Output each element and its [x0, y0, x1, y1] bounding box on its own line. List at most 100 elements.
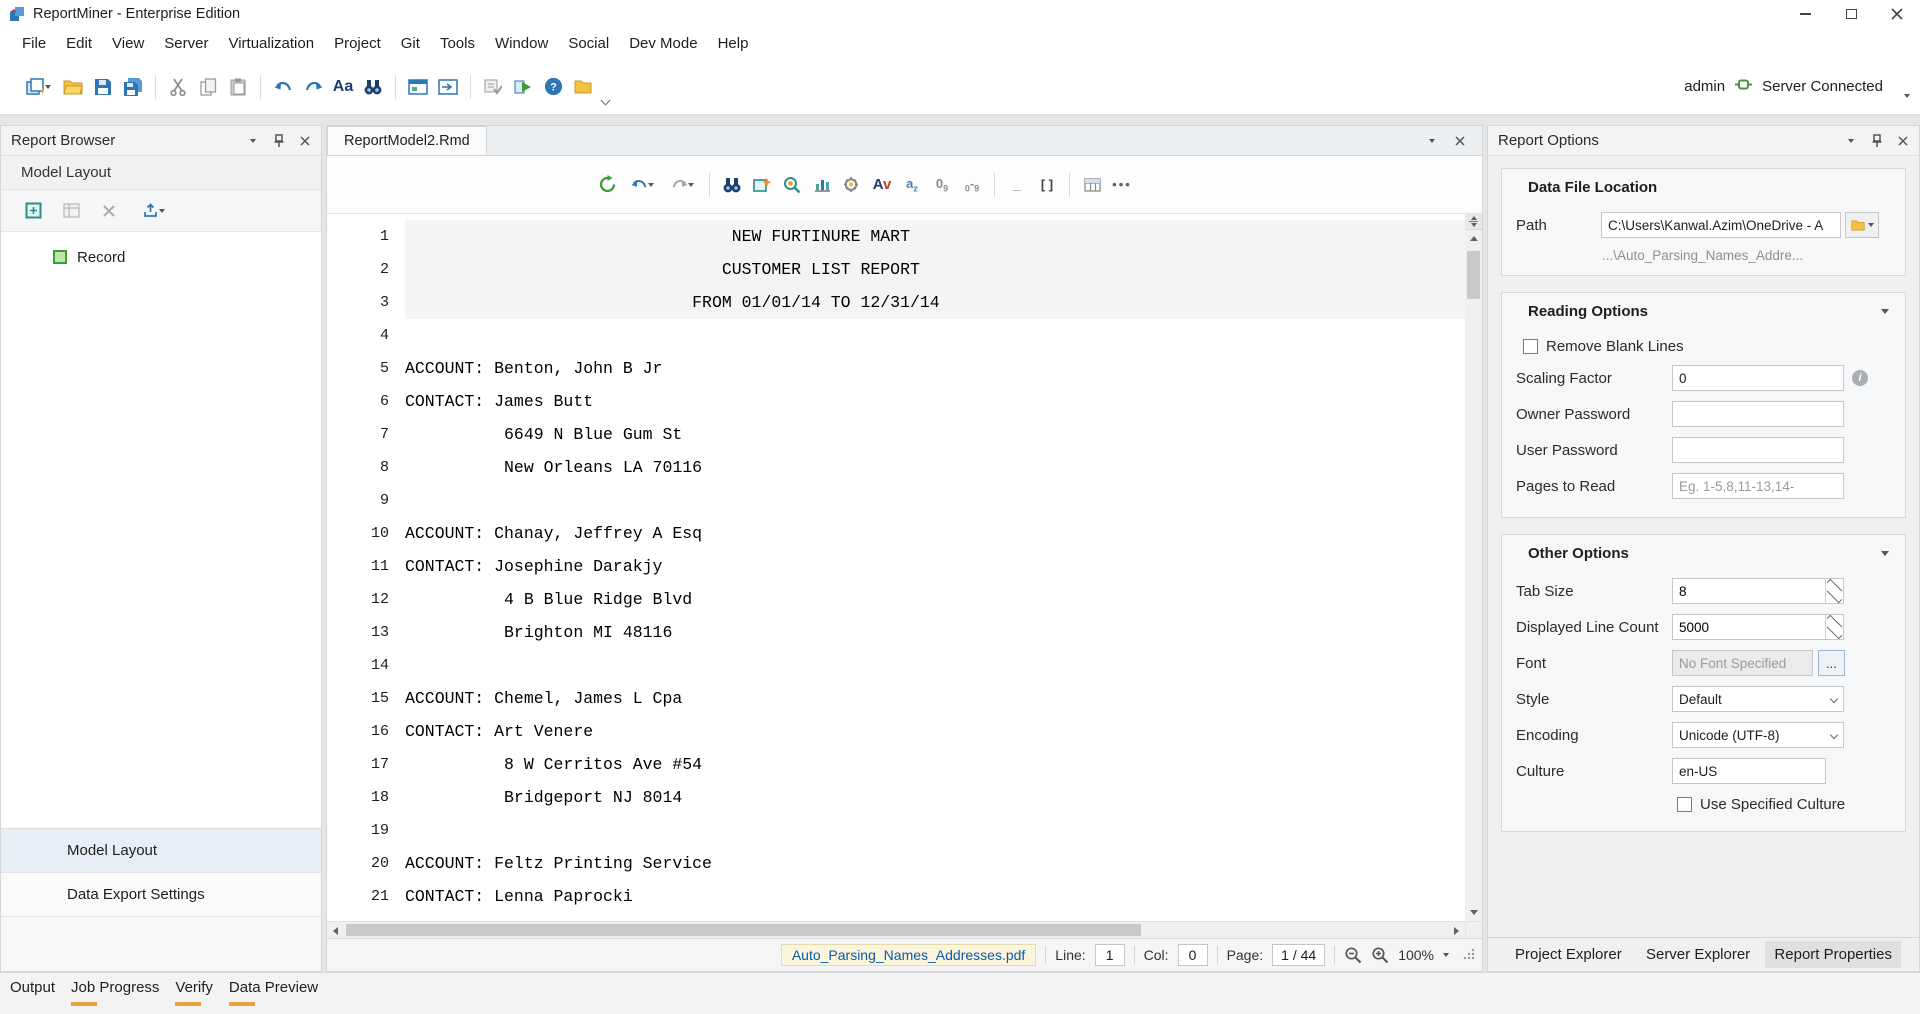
auto-create-fields-icon[interactable] [747, 170, 777, 200]
horizontal-scroll-thumb[interactable] [346, 924, 1141, 936]
line-text[interactable]: ACCOUNT: Chemel, James L Cpa [405, 682, 682, 715]
open-file-button[interactable] [58, 72, 88, 102]
scroll-down-icon[interactable] [1465, 904, 1482, 921]
line-text[interactable]: CUSTOMER LIST REPORT [405, 253, 920, 286]
browse-path-button[interactable] [1845, 212, 1879, 238]
tab-report-properties[interactable]: Report Properties [1765, 941, 1901, 968]
close-panel-icon[interactable] [1895, 133, 1911, 149]
zoom-in-icon[interactable] [1371, 946, 1389, 964]
zoom-level[interactable]: 100% [1398, 947, 1434, 963]
vertical-scrollbar[interactable] [1465, 214, 1482, 921]
scroll-right-icon[interactable] [1448, 922, 1465, 939]
find-icon[interactable] [358, 72, 388, 102]
spin-down-icon[interactable] [1826, 627, 1843, 639]
spin-down-icon[interactable] [1826, 591, 1843, 603]
more-options-icon[interactable]: ••• [1107, 170, 1137, 200]
export-dropdown-icon[interactable] [159, 209, 165, 213]
brackets-icon[interactable]: [ ] [1032, 170, 1062, 200]
minimize-button[interactable] [1782, 0, 1828, 28]
bottom-tab-output[interactable]: Output [10, 979, 55, 1006]
use-specified-culture-checkbox[interactable] [1677, 797, 1692, 812]
encoding-select[interactable]: Unicode (UTF-8) [1672, 722, 1844, 748]
editor-undo-icon[interactable] [622, 170, 662, 200]
remove-blank-lines-checkbox[interactable] [1523, 339, 1538, 354]
line-text[interactable]: New Orleans LA 70116 [405, 451, 702, 484]
vertical-scroll-track[interactable] [1465, 247, 1482, 904]
undo-icon[interactable] [268, 72, 298, 102]
cut-icon[interactable] [163, 72, 193, 102]
menu-item-git[interactable]: Git [391, 30, 430, 57]
remove-blank-lines-row[interactable]: Remove Blank Lines [1523, 338, 1891, 355]
add-fields-icon[interactable] [59, 199, 83, 223]
bottom-tab-job-progress[interactable]: Job Progress [71, 979, 159, 1006]
bottom-tab-verify[interactable]: Verify [175, 979, 213, 1006]
pin-icon[interactable] [1869, 133, 1885, 149]
new-document-dropdown-icon[interactable] [45, 85, 51, 89]
menu-item-file[interactable]: File [12, 30, 56, 57]
field-format-icon[interactable]: Av [867, 170, 897, 200]
toolbar-options-icon[interactable] [1904, 85, 1910, 102]
export-layout-icon[interactable] [135, 199, 171, 223]
panel-item-data-export-settings[interactable]: Data Export Settings [1, 873, 321, 917]
font-case-icon[interactable]: Aa [328, 72, 358, 102]
help-icon[interactable]: ? [538, 72, 568, 102]
run-icon[interactable] [508, 72, 538, 102]
line-text[interactable]: FROM 01/01/14 TO 12/31/14 [405, 286, 940, 319]
pin-icon[interactable] [271, 133, 287, 149]
tab-size-input[interactable] [1673, 579, 1825, 603]
preview-data-icon[interactable] [807, 170, 837, 200]
auto-parse-icon[interactable] [777, 170, 807, 200]
scroll-left-icon[interactable] [327, 922, 344, 939]
toolbar-overflow-icon[interactable] [602, 91, 609, 108]
vertical-scroll-thumb[interactable] [1467, 251, 1480, 299]
source-file-link[interactable]: Auto_Parsing_Names_Addresses.pdf [781, 944, 1036, 966]
menu-item-tools[interactable]: Tools [430, 30, 485, 57]
menu-item-edit[interactable]: Edit [56, 30, 102, 57]
line-text[interactable]: CONTACT: James Butt [405, 385, 593, 418]
tab-server-explorer[interactable]: Server Explorer [1637, 941, 1759, 968]
horizontal-scrollbar[interactable] [327, 921, 1482, 938]
delete-node-icon[interactable] [97, 199, 121, 223]
redo-icon[interactable] [298, 72, 328, 102]
scaling-factor-input[interactable] [1672, 365, 1844, 391]
line-text[interactable]: ACCOUNT: Benton, John B Jr [405, 352, 662, 385]
split-editor-handle[interactable] [1465, 214, 1482, 230]
line-text[interactable]: NEW FURTINURE MART [405, 220, 910, 253]
close-document-icon[interactable] [1452, 133, 1468, 149]
sort-numeric-icon[interactable]: 09 [927, 170, 957, 200]
dataflow-designer-icon[interactable] [403, 72, 433, 102]
refresh-icon[interactable] [592, 170, 622, 200]
run-script-icon[interactable] [837, 170, 867, 200]
line-text[interactable]: ACCOUNT: Feltz Printing Service [405, 847, 712, 880]
copy-icon[interactable] [193, 72, 223, 102]
panel-menu-icon[interactable] [245, 133, 261, 149]
collapse-other-options-icon[interactable] [1881, 551, 1889, 556]
bottom-tab-data-preview[interactable]: Data Preview [229, 979, 318, 1006]
new-document-button[interactable] [18, 72, 58, 102]
line-text[interactable]: 8 W Cerritos Ave #54 [405, 748, 702, 781]
menu-item-virtualization[interactable]: Virtualization [218, 30, 324, 57]
close-panel-icon[interactable] [297, 133, 313, 149]
user-password-input[interactable] [1672, 437, 1844, 463]
line-text[interactable]: ACCOUNT: Chanay, Jeffrey A Esq [405, 517, 702, 550]
menu-item-view[interactable]: View [102, 30, 154, 57]
menu-item-project[interactable]: Project [324, 30, 391, 57]
editor-redo-icon[interactable] [662, 170, 702, 200]
zoom-out-icon[interactable] [1344, 946, 1362, 964]
owner-password-input[interactable] [1672, 401, 1844, 427]
collapse-reading-options-icon[interactable] [1881, 309, 1889, 314]
add-record-icon[interactable] [21, 199, 45, 223]
pages-to-read-input[interactable] [1672, 473, 1844, 499]
displayed-line-count-stepper[interactable] [1672, 614, 1844, 640]
number-format-icon[interactable]: 0-9 [957, 170, 987, 200]
tab-list-icon[interactable] [1424, 133, 1440, 149]
zoom-dropdown-icon[interactable] [1443, 953, 1449, 957]
menu-item-dev-mode[interactable]: Dev Mode [619, 30, 707, 57]
line-text[interactable]: CONTACT: Josephine Darakjy [405, 550, 662, 583]
line-text[interactable]: 4 B Blue Ridge Blvd [405, 583, 692, 616]
save-button[interactable] [88, 72, 118, 102]
line-text[interactable]: Bridgeport NJ 8014 [405, 781, 682, 814]
document-tab[interactable]: ReportModel2.Rmd [327, 126, 487, 155]
paste-icon[interactable] [223, 72, 253, 102]
use-specified-culture-row[interactable]: Use Specified Culture [1677, 796, 1891, 813]
